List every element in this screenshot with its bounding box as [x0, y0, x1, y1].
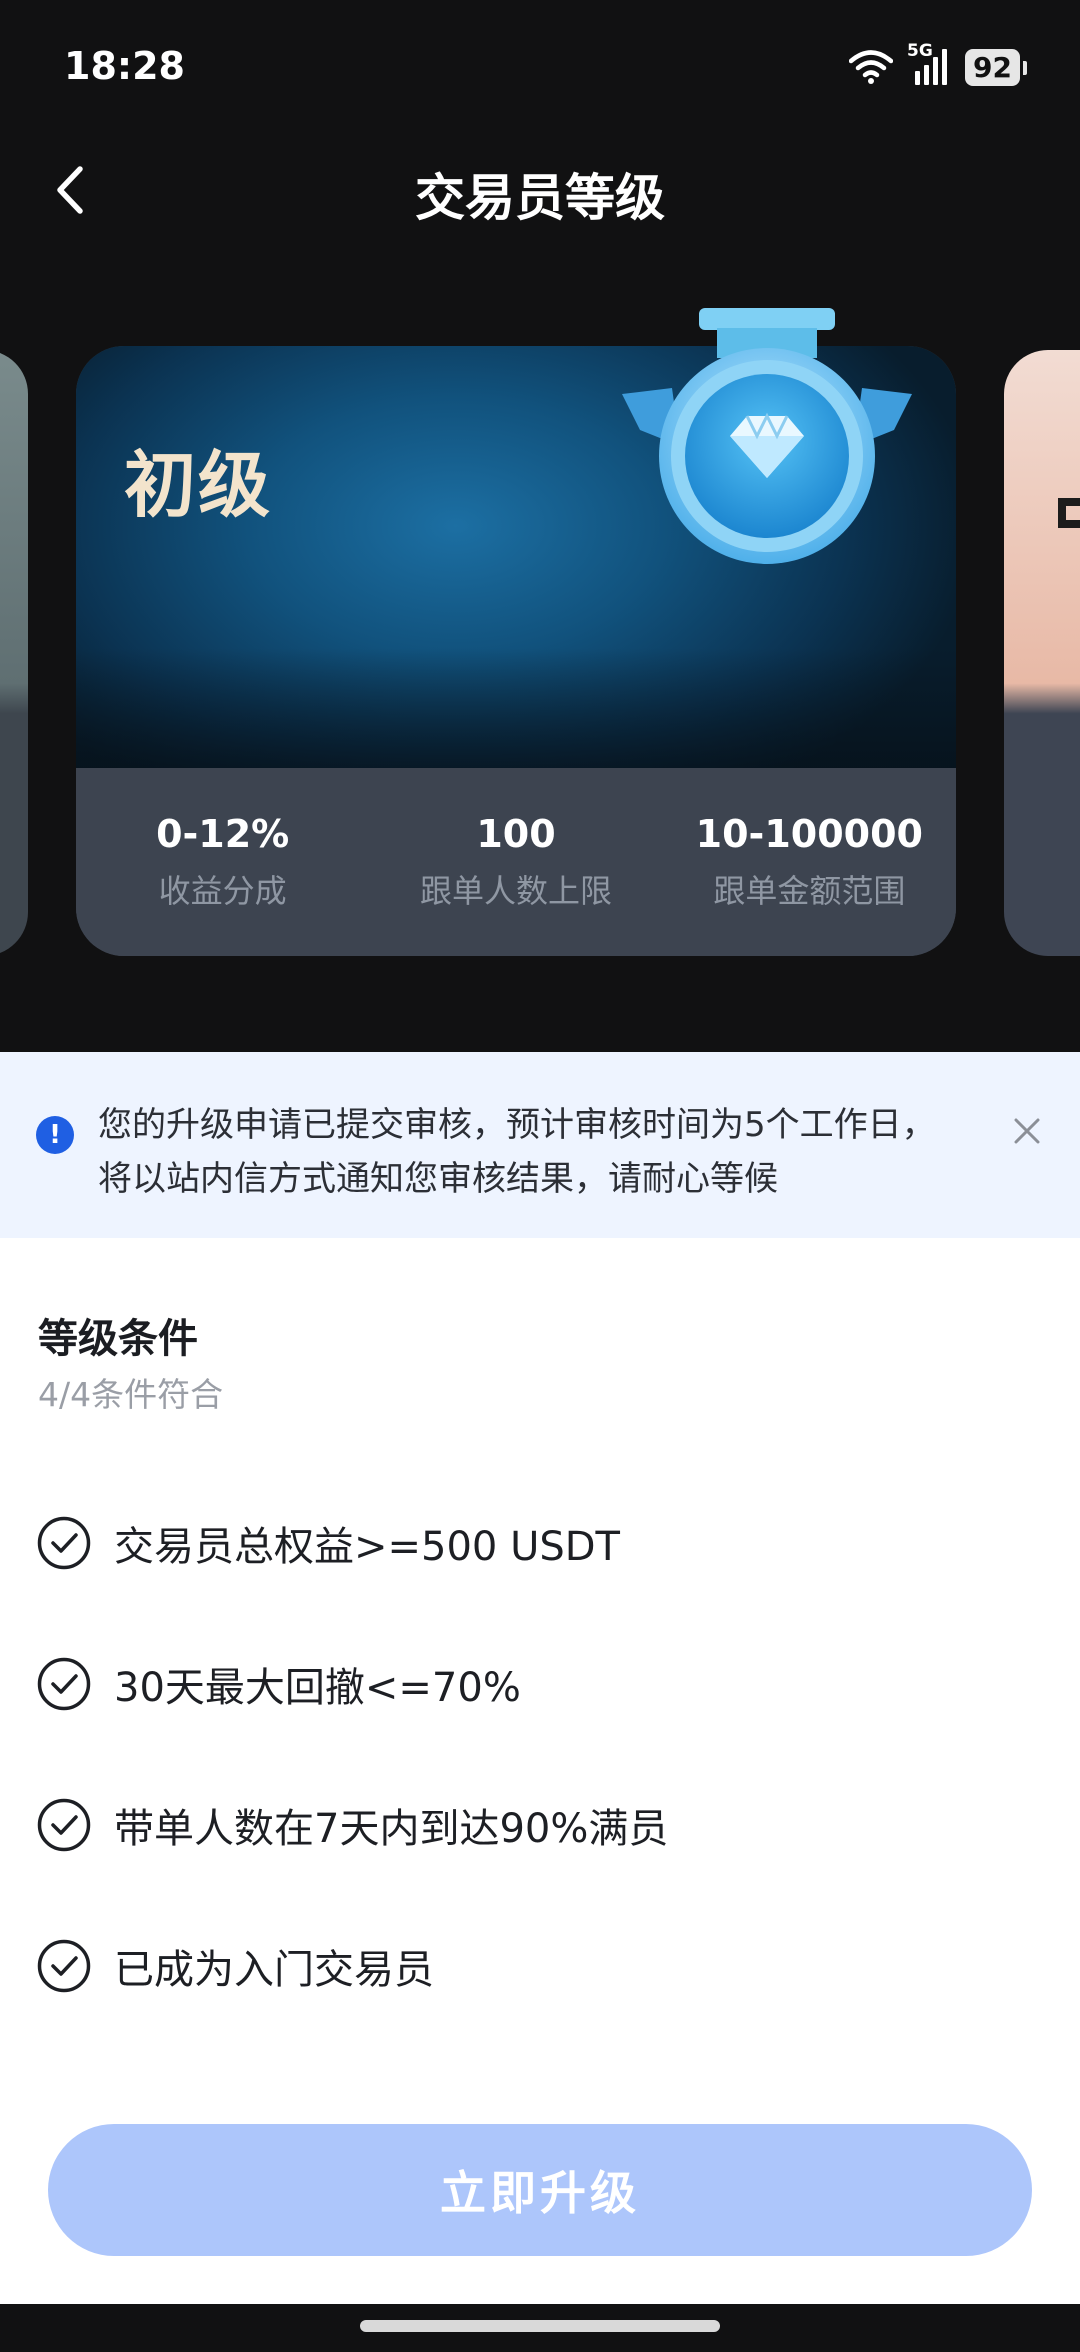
battery-icon: 92 [965, 48, 1027, 86]
conditions-summary: 4/4条件符合 [38, 1375, 224, 1414]
close-icon [1014, 1118, 1040, 1144]
condition-text: 30天最大回撤<=70% [114, 1664, 521, 1711]
next-level-card-mark [1058, 498, 1080, 528]
condition-item: 已成为入门交易员 [36, 1895, 1036, 2036]
stat-amount-range: 10-100000 跟单金额范围 [663, 768, 956, 956]
page-title: 交易员等级 [415, 169, 665, 227]
status-time: 18:28 [64, 44, 185, 88]
stat-label: 跟单金额范围 [713, 872, 906, 910]
stat-label: 收益分成 [158, 872, 287, 910]
check-circle-icon [37, 1798, 91, 1851]
upgrade-button[interactable]: 立即升级 [48, 2124, 1032, 2256]
notice-text: 您的升级申请已提交审核，预计审核时间为5个工作日，将以站内信方式通知您审核结果，… [98, 1105, 936, 1199]
signal-icon: 5G [907, 41, 951, 87]
home-indicator[interactable] [360, 2320, 720, 2332]
condition-text: 带单人数在7天内到达90%满员 [114, 1805, 669, 1852]
check-circle-icon [37, 1657, 91, 1710]
condition-item: 带单人数在7天内到达90%满员 [36, 1754, 1036, 1895]
battery-level: 92 [973, 50, 1012, 84]
check-circle-icon [37, 1516, 91, 1569]
exclamation-icon: ! [36, 1116, 74, 1154]
condition-item: 30天最大回撤<=70% [36, 1613, 1036, 1754]
level-name: 初级 [124, 443, 273, 527]
status-icons: 5G 92 [849, 41, 1027, 90]
stat-value: 100 [476, 812, 556, 856]
next-level-card[interactable] [1004, 350, 1080, 956]
level-stats: 0-12% 收益分成 100 跟单人数上限 10-100000 跟单金额范围 [76, 768, 956, 956]
stat-label: 跟单人数上限 [419, 872, 612, 910]
check-circle-icon [37, 1939, 91, 1992]
stat-follower-limit: 100 跟单人数上限 [369, 768, 662, 956]
level-carousel[interactable]: 初级 0-12% 收益分成 100 跟单人数上限 10-100000 跟单金额范… [0, 300, 1080, 960]
stat-value: 10-100000 [695, 812, 923, 856]
gesture-bar [0, 2304, 1080, 2352]
review-notice: ! 您的升级申请已提交审核，预计审核时间为5个工作日，将以站内信方式通知您审核结… [0, 1052, 1080, 1238]
condition-text: 已成为入门交易员 [114, 1946, 434, 1993]
wifi-icon [849, 50, 894, 84]
conditions-list: 交易员总权益>=500 USDT 30天最大回撤<=70% 带单人数在7天内到达… [36, 1472, 1036, 2036]
previous-level-card[interactable] [0, 350, 28, 956]
conditions-title: 等级条件 [38, 1316, 198, 1362]
status-bar: 18:28 5G 92 [0, 0, 1080, 140]
level-detail-sheet: ! 您的升级申请已提交审核，预计审核时间为5个工作日，将以站内信方式通知您审核结… [0, 1052, 1080, 2304]
nav-bar: 交易员等级 [0, 140, 1080, 240]
stat-value: 0-12% [156, 812, 290, 856]
diamond-medal-icon [622, 308, 912, 564]
notice-close-button[interactable] [1002, 1106, 1052, 1156]
condition-item: 交易员总权益>=500 USDT [36, 1472, 1036, 1613]
stat-profit-share: 0-12% 收益分成 [76, 768, 369, 956]
condition-text: 交易员总权益>=500 USDT [114, 1523, 620, 1570]
